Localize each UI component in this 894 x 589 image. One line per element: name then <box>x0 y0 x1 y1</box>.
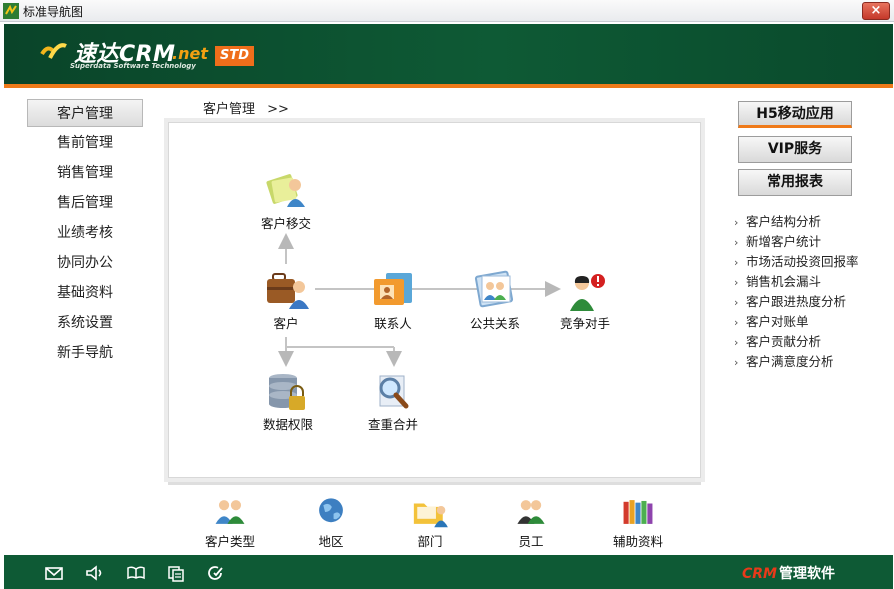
nav-item-presales[interactable]: 售前管理 <box>27 129 143 157</box>
refresh-check-icon[interactable] <box>206 564 226 582</box>
base-data-strip: 客户类型 地区 部门 员工 辅助资料 <box>168 482 701 554</box>
close-button[interactable]: × <box>862 2 890 20</box>
chevron-right-icon: › <box>734 316 739 329</box>
vip-service-button[interactable]: VIP服务 <box>738 136 852 163</box>
base-item-label: 部门 <box>417 534 443 549</box>
nav-item-collaboration[interactable]: 协同办公 <box>27 249 143 277</box>
node-contact[interactable]: 联系人 <box>353 271 433 332</box>
node-public-relations[interactable]: 公共关系 <box>455 265 535 332</box>
report-link-marketing-roi[interactable]: › 市场活动投资回报率 <box>734 251 859 270</box>
chevron-right-icon: › <box>734 256 739 269</box>
base-item-auxiliary-data[interactable]: 辅助资料 <box>598 495 678 550</box>
nav-item-customer-mgmt[interactable]: 客户管理 <box>27 99 143 127</box>
chevron-right-icon: › <box>734 296 739 309</box>
report-link-satisfaction[interactable]: › 客户满意度分析 <box>734 351 834 370</box>
breadcrumb: 客户管理 >> <box>203 98 289 117</box>
node-label: 联系人 <box>374 316 412 331</box>
footer-brand: CRM 管理软件 <box>742 563 835 583</box>
report-link-new-customers[interactable]: › 新增客户统计 <box>734 231 821 250</box>
node-label: 竞争对手 <box>559 316 610 331</box>
transfer-icon <box>266 174 305 207</box>
base-item-customer-type[interactable]: 客户类型 <box>190 495 270 550</box>
h5-mobile-app-button[interactable]: H5移动应用 <box>738 101 852 128</box>
logo-mark-icon <box>40 43 67 59</box>
right-panel: H5移动应用 VIP服务 常用报表 › 客户结构分析 › 新增客户统计 › 市场活动投… <box>714 88 894 554</box>
nav-item-performance[interactable]: 业绩考核 <box>27 219 143 247</box>
base-item-label: 客户类型 <box>204 534 255 549</box>
report-link-sales-funnel[interactable]: › 销售机会漏斗 <box>734 271 821 290</box>
breadcrumb-separator: >> <box>267 102 289 117</box>
node-label: 查重合并 <box>367 417 418 432</box>
app-header: 速达CRM .net Superdata Software Technology… <box>4 24 893 84</box>
footer-bar: CRM 管理软件 <box>4 555 893 589</box>
globe-icon <box>319 498 343 523</box>
chevron-right-icon: › <box>734 216 739 229</box>
base-item-region[interactable]: 地区 <box>291 495 371 550</box>
breadcrumb-label: 客户管理 <box>203 102 256 117</box>
edition-badge: STD <box>215 46 255 66</box>
flow-diagram: 客户移交 客户 联系人 公共关系 竞争对手 数据权限 查重合并 <box>168 122 701 478</box>
node-label: 数据权限 <box>262 417 313 432</box>
node-label: 客户 <box>273 316 299 331</box>
magnify-search-icon <box>379 375 409 409</box>
app-icon <box>3 3 19 19</box>
nav-item-aftersales[interactable]: 售后管理 <box>27 189 143 217</box>
common-reports-button[interactable]: 常用报表 <box>738 169 852 196</box>
footer-brand-text: 管理软件 <box>779 566 835 582</box>
nav-item-sales[interactable]: 销售管理 <box>27 159 143 187</box>
nav-item-basic-data[interactable]: 基础资料 <box>27 279 143 307</box>
node-customer-transfer[interactable]: 客户移交 <box>246 171 326 232</box>
brand-subtitle: Superdata Software Technology <box>70 62 196 70</box>
base-item-employee[interactable]: 员工 <box>491 495 571 550</box>
node-data-permission[interactable]: 数据权限 <box>248 372 328 433</box>
chevron-right-icon: › <box>734 276 739 289</box>
footer-brand-crm: CRM <box>742 566 777 582</box>
base-item-label: 员工 <box>518 534 544 549</box>
public-relations-icon <box>474 270 514 308</box>
nav-item-system-settings[interactable]: 系统设置 <box>27 309 143 337</box>
node-competitor[interactable]: 竞争对手 <box>545 271 625 332</box>
window-titlebar: 标准导航图 × <box>0 0 894 22</box>
department-folder-icon <box>413 503 448 528</box>
node-label: 客户移交 <box>260 216 311 231</box>
node-customer[interactable]: 客户 <box>246 271 326 332</box>
employee-icon <box>517 500 545 524</box>
speaker-icon[interactable] <box>84 564 104 582</box>
chevron-right-icon: › <box>734 356 739 369</box>
nav-item-beginner-guide[interactable]: 新手导航 <box>27 339 143 367</box>
base-item-label: 地区 <box>318 534 344 549</box>
competitor-alert-icon <box>570 274 605 311</box>
chevron-right-icon: › <box>734 336 739 349</box>
database-lock-icon <box>269 374 305 410</box>
books-icon <box>623 500 653 524</box>
report-link-customer-structure[interactable]: › 客户结构分析 <box>734 211 821 230</box>
base-item-department[interactable]: 部门 <box>390 495 470 550</box>
base-item-label: 辅助资料 <box>612 534 663 549</box>
report-link-statement[interactable]: › 客户对账单 <box>734 311 809 330</box>
window-title: 标准导航图 <box>23 5 84 19</box>
briefcase-person-icon <box>267 273 309 309</box>
brand-suffix: .net <box>172 44 208 63</box>
contact-cards-icon <box>374 273 412 305</box>
chevron-right-icon: › <box>734 236 739 249</box>
book-icon[interactable] <box>126 564 146 582</box>
node-dedupe-merge[interactable]: 查重合并 <box>353 372 433 433</box>
copy-icon[interactable] <box>166 564 186 582</box>
left-nav: 客户管理 售前管理 销售管理 售后管理 业绩考核 协同办公 基础资料 系统设置 … <box>4 88 164 554</box>
mail-icon[interactable] <box>44 564 64 582</box>
customer-type-icon <box>215 500 245 524</box>
node-label: 公共关系 <box>469 316 520 331</box>
report-link-contribution[interactable]: › 客户贡献分析 <box>734 331 821 350</box>
report-link-followup-heat[interactable]: › 客户跟进热度分析 <box>734 291 846 310</box>
